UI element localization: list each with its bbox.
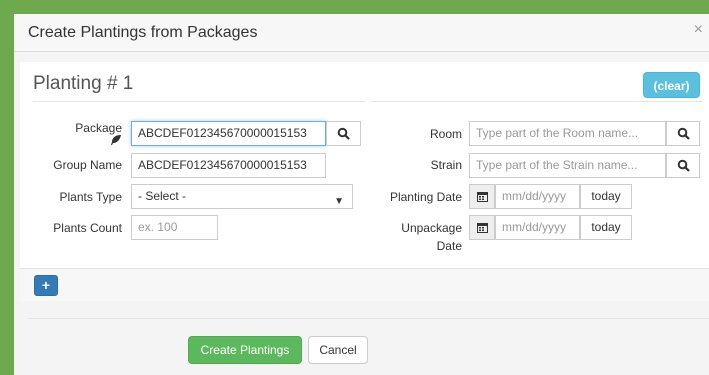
package-search-button[interactable] xyxy=(326,121,361,146)
group-name-label: Group Name xyxy=(53,158,122,172)
modal-header: Create Plantings from Packages × xyxy=(14,14,709,52)
room-input[interactable]: Type part of the Room name... xyxy=(469,121,666,146)
planting-date-input[interactable]: mm/dd/yyyy xyxy=(495,184,580,209)
planting-title: Planting # 1 xyxy=(33,73,134,94)
room-label: Room xyxy=(429,127,462,141)
search-icon xyxy=(677,127,690,140)
package-label: Package xyxy=(75,121,122,135)
close-button[interactable]: × xyxy=(694,22,703,38)
strain-input[interactable]: Type part of the Strain name... xyxy=(469,153,666,178)
clear-button[interactable]: (clear) xyxy=(643,72,700,98)
unpackage-date-input[interactable]: mm/dd/yyyy xyxy=(495,215,580,240)
unpackage-date-today-button[interactable]: today xyxy=(580,215,632,240)
calendar-icon xyxy=(476,223,488,233)
add-planting-button[interactable]: + xyxy=(34,275,58,296)
plants-type-select[interactable]: - Select - ▼ xyxy=(131,184,353,209)
footer-divider xyxy=(28,318,709,319)
divider-left xyxy=(33,101,365,102)
plants-count-label: Plants Count xyxy=(53,221,122,235)
add-row-strip xyxy=(20,268,709,301)
search-icon xyxy=(337,127,350,140)
plants-type-label: Plants Type xyxy=(59,190,122,204)
leaf-icon xyxy=(110,134,122,146)
unpackage-date-label: Unpackage Date xyxy=(370,221,462,253)
cancel-button[interactable]: Cancel xyxy=(308,336,368,364)
planting-date-today-button[interactable]: today xyxy=(580,184,632,209)
divider-right xyxy=(372,101,702,102)
strain-search-button[interactable] xyxy=(666,153,700,178)
plants-type-value: - Select - xyxy=(138,189,187,203)
unpackage-date-label-line1: Unpackage xyxy=(401,221,462,235)
plants-count-input[interactable]: ex. 100 xyxy=(131,215,218,240)
create-plantings-button[interactable]: Create Plantings xyxy=(188,336,302,364)
search-icon xyxy=(677,159,690,172)
group-name-input[interactable]: ABCDEF012345670000015153 xyxy=(131,153,326,178)
modal-title: Create Plantings from Packages xyxy=(28,24,258,41)
planting-date-label: Planting Date xyxy=(389,190,462,204)
unpackage-date-calendar-addon xyxy=(469,215,495,240)
planting-date-calendar-addon xyxy=(469,184,495,209)
strain-label: Strain xyxy=(430,158,462,172)
room-search-button[interactable] xyxy=(666,121,700,146)
calendar-icon xyxy=(476,192,488,202)
dropdown-arrow-icon: ▼ xyxy=(334,196,344,207)
package-input[interactable]: ABCDEF012345670000015153 xyxy=(131,121,326,146)
unpackage-date-label-line2: Date xyxy=(436,239,462,253)
